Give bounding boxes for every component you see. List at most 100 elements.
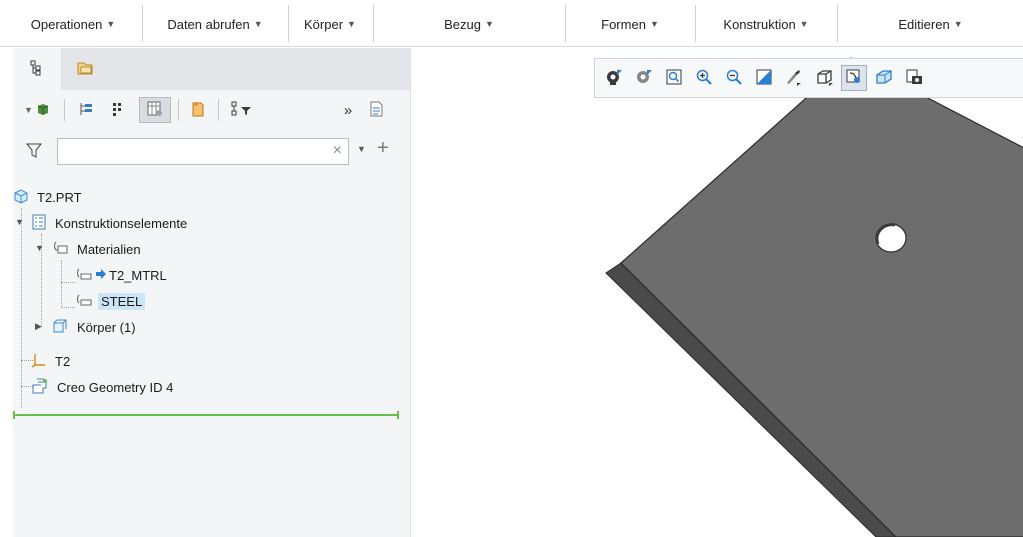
- tree-filter-button[interactable]: [224, 97, 260, 123]
- saved-orientations-button[interactable]: [601, 65, 627, 91]
- zoom-out-button[interactable]: [721, 65, 747, 91]
- zoom-in-icon: [695, 68, 713, 89]
- filter-funnel-icon[interactable]: [25, 142, 43, 163]
- feature-list-icon: [31, 214, 47, 233]
- ribbon-group-konstruktion[interactable]: Konstruktion ▼: [696, 9, 836, 39]
- chevron-down-icon: ▼: [953, 19, 963, 29]
- part-cube-icon: [13, 188, 29, 207]
- tree-node-materials[interactable]: Materialien: [51, 238, 144, 260]
- repaint-button[interactable]: [751, 65, 777, 91]
- toolbar-separator: [178, 99, 179, 121]
- display-style-button[interactable]: [811, 65, 837, 91]
- expand-tree-icon: [78, 101, 94, 120]
- zoom-out-icon: [725, 68, 743, 89]
- tree-columns-button[interactable]: [139, 97, 171, 123]
- chevron-down-icon: ▼: [24, 105, 33, 115]
- ribbon-group-label: Konstruktion: [723, 16, 796, 32]
- ribbon-group-daten-abrufen[interactable]: Daten abrufen ▼: [143, 9, 287, 39]
- model-tree-icon: [30, 60, 44, 79]
- ribbon-group-koerper[interactable]: Körper ▼: [289, 9, 371, 39]
- collapse-tree-button[interactable]: [105, 97, 131, 123]
- tree-connector-line: [21, 208, 22, 408]
- tree-node-bodies[interactable]: Körper (1): [51, 316, 139, 338]
- chevron-down-icon: ▼: [253, 19, 263, 29]
- tree-node-material-t2-mtrl[interactable]: T2_MTRL: [75, 264, 170, 286]
- search-options-chevron-icon[interactable]: ▼: [357, 144, 366, 154]
- tree-search-row: × ▼ +: [13, 130, 410, 168]
- tree-node-geometry-id[interactable]: Creo Geometry ID 4: [31, 376, 176, 398]
- part-model-view[interactable]: [411, 48, 1023, 537]
- chevron-down-icon: ▼: [347, 19, 356, 29]
- tree-filter-icon: [231, 101, 253, 120]
- ribbon-group-bar: Operationen ▼ Daten abrufen ▼ Körper ▼ B…: [0, 0, 1023, 47]
- material-icon: [75, 266, 93, 285]
- show-details-button[interactable]: [363, 97, 391, 123]
- ribbon-group-label: Körper: [304, 16, 344, 32]
- tree-node-label: Materialien: [77, 241, 141, 257]
- tree-connector-line: [61, 282, 75, 283]
- ribbon-group-editieren[interactable]: Editieren ▼: [838, 9, 1023, 39]
- toolbar-separator: [218, 99, 219, 121]
- tree-node-label: T2.PRT: [37, 189, 82, 205]
- graphics-window[interactable]: [410, 48, 1023, 537]
- folder-browser-icon: [76, 60, 94, 79]
- tree-columns-icon: [146, 100, 164, 121]
- tree-node-label: Konstruktionselemente: [55, 215, 188, 231]
- material-icon: [75, 292, 93, 311]
- tree-settings-button[interactable]: [184, 97, 212, 123]
- section-view-button[interactable]: [871, 65, 897, 91]
- tree-node-csys[interactable]: T2: [31, 350, 73, 372]
- insert-here-marker[interactable]: [13, 411, 399, 419]
- ribbon-group-label: Formen: [601, 16, 646, 32]
- repaint-icon: [755, 68, 773, 89]
- add-filter-icon[interactable]: +: [377, 137, 389, 160]
- collapse-twisty-icon[interactable]: ▼: [35, 243, 44, 253]
- tree-node-material-steel[interactable]: STEEL: [75, 290, 146, 312]
- zoom-in-button[interactable]: [691, 65, 717, 91]
- tree-node-part[interactable]: T2.PRT: [13, 186, 85, 208]
- model-tree-panel: ▼ » × ▼ + T2.PRT ▼ Konstruktionselemente…: [13, 48, 410, 537]
- ribbon-group-operationen[interactable]: Operationen ▼: [6, 9, 140, 39]
- tree-node-features[interactable]: Konstruktionselemente: [31, 212, 190, 234]
- eye-manager-icon: [634, 67, 654, 90]
- settings-notebook-icon: [190, 100, 206, 121]
- ribbon-group-formen[interactable]: Formen ▼: [566, 9, 694, 39]
- chevron-down-icon: ▼: [799, 19, 809, 29]
- model-tree-toolbar: ▼ »: [13, 90, 410, 130]
- tree-node-label: Körper (1): [77, 319, 136, 335]
- tab-folder-browser[interactable]: [61, 48, 109, 90]
- chevron-down-icon: ▼: [106, 19, 116, 29]
- tree-node-label: Creo Geometry ID 4: [57, 379, 174, 395]
- expand-tree-button[interactable]: [73, 97, 99, 123]
- chevron-down-icon: ▼: [649, 19, 659, 29]
- section-view-icon: [874, 67, 894, 90]
- eye-saved-view-icon: [604, 67, 624, 90]
- clear-search-icon[interactable]: ×: [333, 142, 342, 160]
- collapse-twisty-icon[interactable]: ▼: [15, 217, 24, 227]
- tree-node-label-selected: STEEL: [98, 292, 146, 310]
- ribbon-group-label: Daten abrufen: [167, 16, 250, 32]
- tree-connector-line: [61, 307, 75, 308]
- more-tools-button[interactable]: »: [339, 97, 357, 123]
- ribbon-group-bezug[interactable]: Bezug ▼: [374, 9, 564, 39]
- ribbon-group-label: Bezug: [444, 16, 481, 32]
- tree-search-box: ×: [57, 138, 349, 165]
- display-style-cube-icon: [814, 67, 834, 90]
- perspective-view-button[interactable]: [781, 65, 807, 91]
- document-details-icon: [368, 100, 386, 121]
- display-style-dropdown[interactable]: ▼: [17, 97, 57, 123]
- tab-model-tree[interactable]: [13, 48, 61, 90]
- perspective-icon: [784, 67, 804, 90]
- tree-search-input[interactable]: [58, 139, 320, 164]
- refit-button[interactable]: [661, 65, 687, 91]
- view-manager-button[interactable]: [631, 65, 657, 91]
- materials-folder-icon: [51, 240, 69, 259]
- expand-twisty-icon[interactable]: ▶: [35, 321, 42, 332]
- tree-node-label: T2_MTRL: [109, 267, 167, 283]
- collapse-tree-icon: [111, 101, 125, 120]
- toolbar-separator: [64, 99, 65, 121]
- named-view-button[interactable]: [841, 65, 867, 91]
- camera-icon: [904, 67, 924, 90]
- capture-view-button[interactable]: [901, 65, 927, 91]
- body-folder-icon: [51, 318, 69, 337]
